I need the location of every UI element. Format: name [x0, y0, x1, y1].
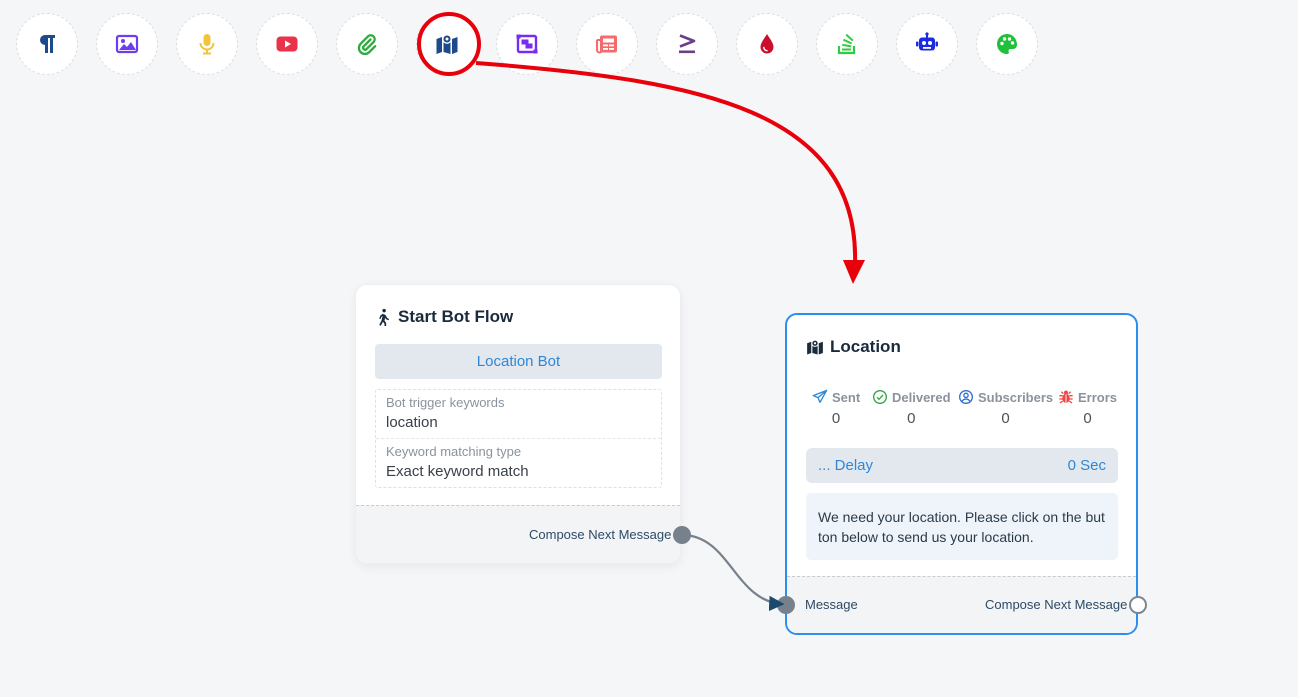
paragraph-icon: [40, 35, 55, 53]
location-node-title: Location: [830, 337, 901, 356]
text-message-button[interactable]: [16, 13, 78, 75]
annotation-arrow-line: [475, 61, 858, 266]
location-node-header: Location: [806, 337, 901, 357]
droplet-icon: [760, 34, 774, 54]
otn-button[interactable]: [736, 13, 798, 75]
trigger-keywords-field[interactable]: Bot trigger keywords location: [386, 395, 505, 431]
message-stats: Sent 0 Delivered 0 Subscribers 0 Errors …: [806, 389, 1118, 433]
keyword-matching-value: Exact keyword match: [386, 463, 529, 480]
message-input-label: Message: [805, 597, 858, 612]
microphone-icon: [199, 34, 215, 55]
map-location-icon: [807, 339, 823, 355]
stat-errors: Errors 0: [1058, 389, 1117, 427]
compose-next-message-label: Compose Next Message: [529, 527, 672, 542]
walking-person-icon: [379, 308, 390, 326]
stat-errors-label: Errors: [1078, 389, 1118, 405]
stat-delivered-value: 0: [907, 410, 916, 427]
user-circle-icon: [959, 390, 973, 404]
stat-subscribers-value: 0: [1001, 410, 1010, 427]
message-type-toolbar: [16, 13, 1038, 75]
stat-delivered: Delivered 0: [872, 389, 951, 427]
video-message-button[interactable]: [256, 13, 318, 75]
trigger-keywords-value: location: [386, 414, 438, 431]
map-location-icon: [436, 34, 458, 54]
stat-sent: Sent 0: [812, 389, 860, 427]
location-message-text[interactable]: We need your location. Please click on t…: [806, 493, 1118, 560]
delay-setting[interactable]: ... Delay 0 Sec: [806, 448, 1118, 483]
annotation-arrowhead: [843, 260, 865, 284]
location-message-button[interactable]: [416, 13, 478, 75]
location-node-input-port[interactable]: [777, 596, 795, 614]
location-node-footer: Message Compose Next Message: [787, 576, 1136, 633]
keyword-matching-label: Keyword matching type: [386, 444, 522, 459]
image-message-button[interactable]: [96, 13, 158, 75]
theme-button[interactable]: [976, 13, 1038, 75]
ai-bot-button[interactable]: [896, 13, 958, 75]
paperclip-icon: [357, 34, 377, 56]
start-node-title: Start Bot Flow: [398, 307, 514, 326]
field-divider: [376, 438, 661, 439]
check-circle-icon: [873, 390, 887, 404]
stat-sent-label: Sent: [832, 389, 861, 405]
file-message-button[interactable]: [336, 13, 398, 75]
paper-plane-icon: [812, 389, 828, 403]
carousel-message-button[interactable]: [496, 13, 558, 75]
condition-button[interactable]: [656, 13, 718, 75]
bug-icon: [1059, 390, 1073, 404]
keyword-matching-field[interactable]: Keyword matching type Exact keyword matc…: [386, 444, 529, 480]
stat-subscribers-label: Subscribers: [978, 389, 1054, 405]
stat-subscribers: Subscribers 0: [958, 389, 1053, 427]
location-node[interactable]: Location Sent 0 Delivered 0 Subscribers …: [785, 313, 1138, 635]
start-node-footer: Compose Next Message: [356, 505, 680, 563]
compose-next-message-label: Compose Next Message: [985, 597, 1128, 612]
trigger-settings: Bot trigger keywords location Keyword ma…: [375, 389, 662, 488]
trigger-keywords-label: Bot trigger keywords: [386, 395, 505, 410]
youtube-icon: [276, 36, 298, 52]
palette-icon: [997, 34, 1017, 54]
list-message-button[interactable]: [576, 13, 638, 75]
stack-button[interactable]: [816, 13, 878, 75]
stat-errors-value: 0: [1083, 410, 1092, 427]
location-node-output-port[interactable]: [1129, 596, 1147, 614]
delay-value: 0 Sec: [1067, 457, 1106, 474]
audio-message-button[interactable]: [176, 13, 238, 75]
stack-overflow-icon: [837, 33, 856, 55]
start-bot-flow-node[interactable]: Start Bot Flow Location Bot Bot trigger …: [355, 284, 681, 564]
stat-sent-value: 0: [831, 410, 841, 427]
flow-connector: [681, 533, 785, 612]
newspaper-icon: [596, 35, 617, 54]
start-node-output-port[interactable]: [673, 526, 691, 544]
carousel-icon: [516, 34, 538, 54]
start-node-header: Start Bot Flow: [374, 307, 513, 327]
bot-name-button[interactable]: Location Bot: [375, 344, 662, 379]
delay-label: ... Delay: [818, 457, 874, 474]
image-icon: [115, 34, 139, 54]
robot-icon: [916, 32, 938, 51]
stat-delivered-label: Delivered: [892, 389, 951, 405]
greater-equal-icon: [679, 34, 696, 54]
